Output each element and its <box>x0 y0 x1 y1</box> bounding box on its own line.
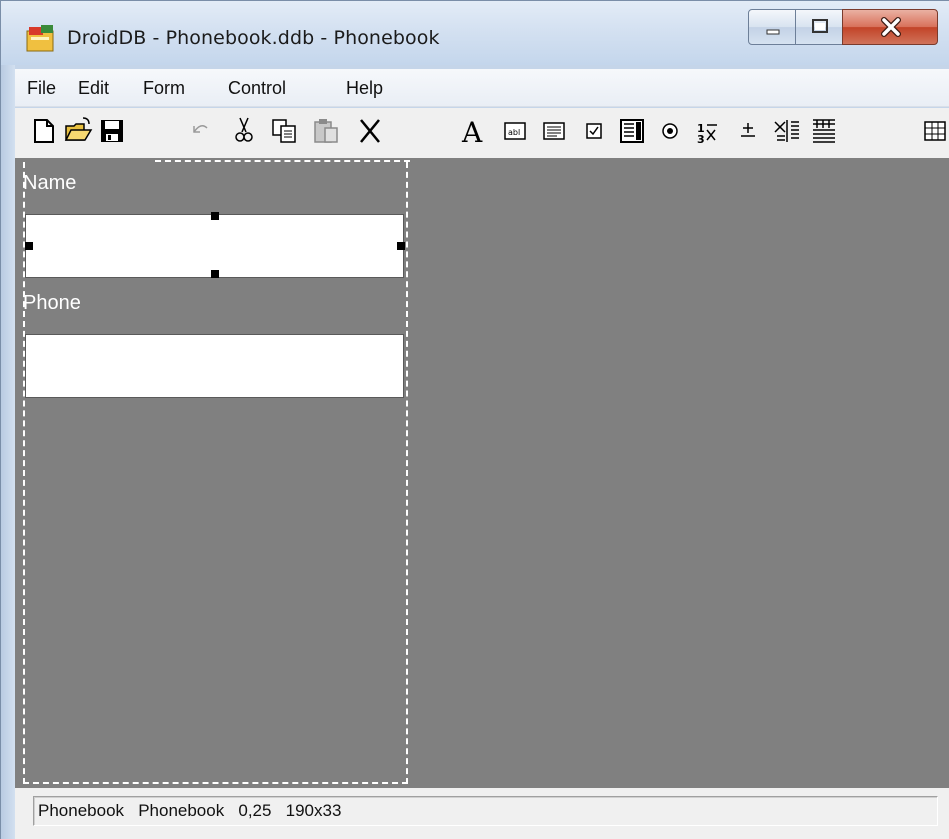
menu-form[interactable]: Form <box>143 78 185 99</box>
resize-handle-right[interactable] <box>397 242 405 250</box>
table-tool-icon <box>924 121 946 141</box>
label-tool-icon: A <box>461 116 483 149</box>
radio-tool-button[interactable] <box>655 112 685 148</box>
save-button[interactable] <box>97 112 127 148</box>
delete-button[interactable] <box>355 112 385 148</box>
undo-icon <box>193 125 208 133</box>
listbox-tool-icon <box>620 119 644 143</box>
copy-icon <box>272 119 296 143</box>
listbox-tool-button[interactable] <box>617 112 647 148</box>
checkbox-tool-button[interactable] <box>579 112 609 148</box>
status-panel: Phonebook Phonebook 0,25 190x33 <box>33 796 938 826</box>
minimize-button[interactable] <box>748 9 796 45</box>
resize-handle-bottom[interactable] <box>211 270 219 278</box>
droiddb-app-icon <box>26 25 54 52</box>
menu-file[interactable]: File <box>27 78 56 99</box>
form-design-area[interactable]: Name Phone <box>15 158 949 788</box>
phone-label[interactable]: Phone <box>23 292 81 315</box>
open-folder-icon <box>64 117 93 141</box>
align-tool-button[interactable] <box>771 112 801 148</box>
new-icon <box>34 119 54 143</box>
multiline-tool-button[interactable] <box>539 112 569 148</box>
name-field[interactable] <box>25 214 404 278</box>
grid-tool-button[interactable] <box>809 112 839 148</box>
spin-tool-icon <box>741 123 755 137</box>
textbox-tool-icon: abl <box>504 122 526 140</box>
paste-icon <box>314 119 338 143</box>
name-label[interactable]: Name <box>23 172 76 195</box>
spin-tool-button[interactable] <box>733 112 763 148</box>
cut-button[interactable] <box>229 112 259 148</box>
align-tool-icon <box>774 120 799 142</box>
menu-control[interactable]: Control <box>228 78 286 99</box>
status-bar: Phonebook Phonebook 0,25 190x33 <box>15 788 949 839</box>
menu-edit[interactable]: Edit <box>78 78 109 99</box>
menu-help[interactable]: Help <box>346 78 383 99</box>
resize-handle-left[interactable] <box>25 242 33 250</box>
window-border <box>1 65 15 839</box>
checkbox-tool-icon <box>586 123 602 139</box>
app-window: DroidDB - Phonebook.ddb - Phonebook File… <box>0 0 949 839</box>
menu-bar: File Edit Form Control Help <box>15 69 949 107</box>
undo-button[interactable] <box>185 112 215 148</box>
numeric-tool-button[interactable]: 13 <box>693 112 723 148</box>
minimize-icon <box>766 29 780 35</box>
table-tool-button[interactable] <box>921 112 949 148</box>
resize-handle-top[interactable] <box>211 212 219 220</box>
phone-field[interactable] <box>25 334 404 398</box>
grid-tool-icon <box>813 119 835 143</box>
window-title: DroidDB - Phonebook.ddb - Phonebook <box>67 27 440 49</box>
cut-icon <box>235 117 253 142</box>
close-button[interactable] <box>842 9 938 45</box>
radio-tool-icon <box>662 123 678 139</box>
maximize-icon <box>812 19 828 33</box>
maximize-button[interactable] <box>795 9 843 45</box>
toolbar: A abl 13 <box>15 108 949 158</box>
delete-icon <box>360 119 380 143</box>
svg-text:A: A <box>461 116 483 148</box>
title-bar[interactable]: DroidDB - Phonebook.ddb - Phonebook <box>1 1 949 65</box>
svg-text:3: 3 <box>697 133 705 146</box>
status-text: Phonebook Phonebook 0,25 190x33 <box>38 801 342 820</box>
save-disk-icon <box>101 120 123 142</box>
label-tool-button[interactable]: A <box>459 112 489 149</box>
open-button[interactable] <box>63 112 93 148</box>
svg-text:abl: abl <box>508 128 520 137</box>
close-icon <box>881 17 901 37</box>
new-button[interactable] <box>29 112 59 148</box>
copy-button[interactable] <box>269 112 299 148</box>
paste-button[interactable] <box>311 112 341 148</box>
textbox-tool-button[interactable]: abl <box>500 112 530 148</box>
numeric-tool-icon: 13 <box>697 122 717 146</box>
multiline-tool-icon <box>543 122 565 140</box>
